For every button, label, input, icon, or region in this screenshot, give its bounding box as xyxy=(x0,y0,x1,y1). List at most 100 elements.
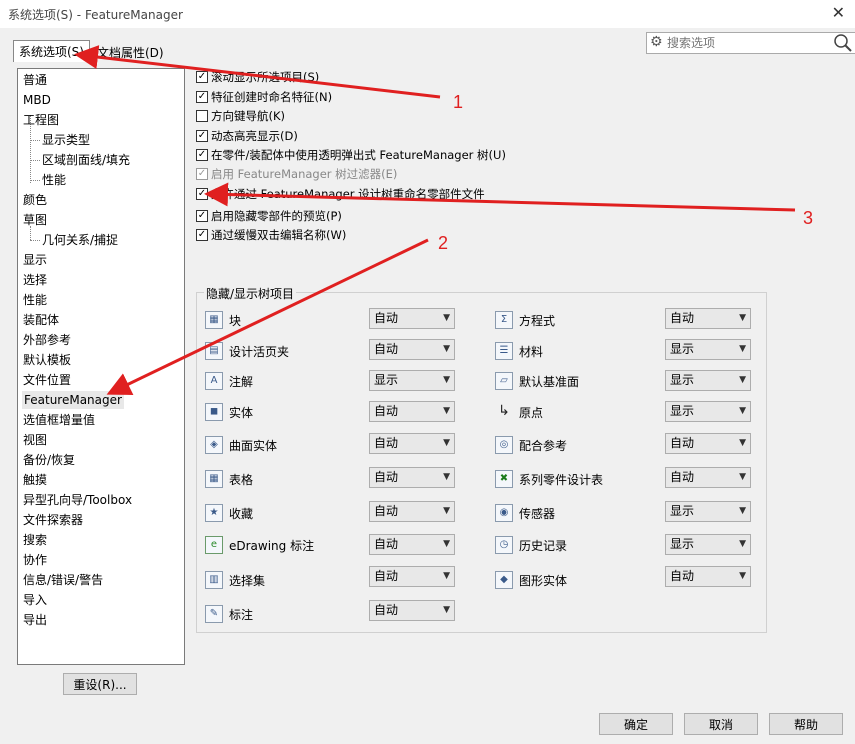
solid-body-icon: ◼ xyxy=(205,403,223,421)
checkbox[interactable]: ✓ xyxy=(196,187,208,200)
markups-dropdown[interactable]: 自动 ▼ xyxy=(369,600,455,621)
checkbox[interactable]: ✓ xyxy=(196,228,208,241)
options-nav-tree: 普通 MBD 工程图 显示类型 区域剖面线/填充 性能 颜色 草图 几何关系/捕… xyxy=(17,68,185,665)
nav-item-performance[interactable]: 性能 xyxy=(23,291,47,309)
nav-item-import[interactable]: 导入 xyxy=(23,591,47,609)
markup-icon: ✎ xyxy=(205,605,223,623)
checkbox[interactable]: ✓ xyxy=(196,90,208,103)
ok-button[interactable]: 确定 xyxy=(599,713,673,735)
surface-bodies-dropdown[interactable]: 自动 ▼ xyxy=(369,433,455,454)
annotation-icon: A xyxy=(205,372,223,390)
default-planes-dropdown[interactable]: 显示 ▼ xyxy=(665,370,751,391)
favorites-dropdown[interactable]: 自动 ▼ xyxy=(369,501,455,522)
option-transparent-flyout-tree[interactable]: ✓ 在零件/装配体中使用透明弹出式 FeatureManager 树(U) xyxy=(196,147,506,165)
equation-icon: Σ xyxy=(495,311,513,329)
sensor-icon: ◉ xyxy=(495,504,513,522)
favorite-icon: ★ xyxy=(205,504,223,522)
design-table-dropdown[interactable]: 自动 ▼ xyxy=(665,467,751,488)
option-scroll-selected[interactable]: ✓ 滚动显示所选项目(S) xyxy=(196,69,319,87)
close-icon[interactable]: ✕ xyxy=(832,3,845,22)
nav-item-messages-errors-warnings[interactable]: 信息/错误/警告 xyxy=(23,571,103,589)
nav-item-sketch[interactable]: 草图 xyxy=(23,211,47,229)
checkbox: ✓ xyxy=(196,167,208,180)
nav-item-spin-box-increments[interactable]: 选值框增量值 xyxy=(23,411,95,429)
checkbox[interactable] xyxy=(196,109,208,122)
search-input[interactable] xyxy=(667,35,827,51)
nav-item-touch[interactable]: 触摸 xyxy=(23,471,47,489)
nav-item-mbd[interactable]: MBD xyxy=(23,91,51,109)
checkbox[interactable]: ✓ xyxy=(196,209,208,222)
option-preview-hidden-components[interactable]: ✓ 启用隐藏零部件的预览(P) xyxy=(196,208,342,226)
nav-item-drawing-performance[interactable]: 性能 xyxy=(42,171,66,189)
annotation-number-3: 3 xyxy=(803,208,814,228)
chevron-down-icon: ▼ xyxy=(443,506,450,516)
chevron-down-icon: ▼ xyxy=(443,539,450,549)
nav-item-assemblies[interactable]: 装配体 xyxy=(23,311,59,329)
binder-icon: ▤ xyxy=(205,342,223,360)
equations-dropdown[interactable]: 自动 ▼ xyxy=(665,308,751,329)
nav-item-view[interactable]: 视图 xyxy=(23,431,47,449)
reset-button[interactable]: 重设(R)... xyxy=(63,673,137,695)
nav-item-backup-recover[interactable]: 备份/恢复 xyxy=(23,451,75,469)
title-bar: 系统选项(S) - FeatureManager ✕ xyxy=(0,0,855,28)
cancel-button[interactable]: 取消 xyxy=(684,713,758,735)
design-binder-dropdown[interactable]: 自动 ▼ xyxy=(369,339,455,360)
material-dropdown[interactable]: 显示 ▼ xyxy=(665,339,751,360)
nav-item-featuremanager[interactable]: FeatureManager xyxy=(22,391,124,409)
option-rename-component-files[interactable]: ✓ 允许通过 FeatureManager 设计树重命名零部件文件 xyxy=(196,186,485,204)
nav-item-collaboration[interactable]: 协作 xyxy=(23,551,47,569)
option-dynamic-highlight[interactable]: ✓ 动态高亮显示(D) xyxy=(196,128,298,146)
nav-item-external-references[interactable]: 外部参考 xyxy=(23,331,71,349)
tables-dropdown[interactable]: 自动 ▼ xyxy=(369,467,455,488)
chevron-down-icon: ▼ xyxy=(443,313,450,323)
graphics-bodies-dropdown[interactable]: 自动 ▼ xyxy=(665,566,751,587)
mate-references-dropdown[interactable]: 自动 ▼ xyxy=(665,433,751,454)
edrawing-markups-dropdown[interactable]: 自动 ▼ xyxy=(369,534,455,555)
chevron-down-icon: ▼ xyxy=(739,438,746,448)
chevron-down-icon: ▼ xyxy=(739,571,746,581)
design-table-icon: ✖ xyxy=(495,470,513,488)
nav-item-file-explorer[interactable]: 文件探索器 xyxy=(23,511,83,529)
chevron-down-icon: ▼ xyxy=(443,571,450,581)
chevron-down-icon: ▼ xyxy=(739,406,746,416)
help-button[interactable]: 帮助 xyxy=(769,713,843,735)
chevron-down-icon: ▼ xyxy=(443,438,450,448)
checkbox[interactable]: ✓ xyxy=(196,70,208,83)
sensors-dropdown[interactable]: 显示 ▼ xyxy=(665,501,751,522)
blocks-dropdown[interactable]: 自动 ▼ xyxy=(369,308,455,329)
nav-item-search[interactable]: 搜索 xyxy=(23,531,47,549)
annotations-dropdown[interactable]: 显示 ▼ xyxy=(369,370,455,391)
gear-icon[interactable]: ⚙ xyxy=(650,34,663,50)
option-slow-double-click-rename[interactable]: ✓ 通过缓慢双击编辑名称(W) xyxy=(196,227,346,245)
nav-item-file-locations[interactable]: 文件位置 xyxy=(23,371,71,389)
window-title: 系统选项(S) - FeatureManager xyxy=(8,8,183,22)
nav-item-display[interactable]: 显示 xyxy=(23,251,47,269)
origin-dropdown[interactable]: 显示 ▼ xyxy=(665,401,751,422)
search-icon[interactable] xyxy=(833,33,853,53)
history-dropdown[interactable]: 显示 ▼ xyxy=(665,534,751,555)
chevron-down-icon: ▼ xyxy=(443,605,450,615)
option-name-feature-on-creation[interactable]: ✓ 特征创建时命名特征(N) xyxy=(196,89,332,107)
option-arrow-key-navigation[interactable]: 方向键导航(K) xyxy=(196,108,285,126)
origin-icon: ↳ xyxy=(498,403,510,419)
nav-item-display-style[interactable]: 显示类型 xyxy=(42,131,90,149)
checkbox[interactable]: ✓ xyxy=(196,148,208,161)
nav-item-drawings[interactable]: 工程图 xyxy=(23,111,59,129)
nav-item-colors[interactable]: 颜色 xyxy=(23,191,47,209)
nav-item-default-templates[interactable]: 默认模板 xyxy=(23,351,71,369)
selection-sets-dropdown[interactable]: 自动 ▼ xyxy=(369,566,455,587)
checkbox[interactable]: ✓ xyxy=(196,129,208,142)
nav-item-relations-snaps[interactable]: 几何关系/捕捉 xyxy=(42,231,118,249)
nav-item-selection[interactable]: 选择 xyxy=(23,271,47,289)
nav-item-hole-wizard-toolbox[interactable]: 异型孔向导/Toolbox xyxy=(23,491,132,509)
nav-item-area-hatch[interactable]: 区域剖面线/填充 xyxy=(42,151,130,169)
annotation-number-2: 2 xyxy=(438,233,449,253)
search-box[interactable]: ⚙ xyxy=(646,32,855,54)
chevron-down-icon: ▼ xyxy=(739,344,746,354)
tab-system-options[interactable]: 系统选项(S) xyxy=(13,40,90,62)
solid-bodies-dropdown[interactable]: 自动 ▼ xyxy=(369,401,455,422)
nav-item-export[interactable]: 导出 xyxy=(23,611,47,629)
nav-item-general[interactable]: 普通 xyxy=(23,71,47,89)
chevron-down-icon: ▼ xyxy=(739,539,746,549)
tab-document-properties[interactable]: 文档属性(D) xyxy=(92,42,169,62)
